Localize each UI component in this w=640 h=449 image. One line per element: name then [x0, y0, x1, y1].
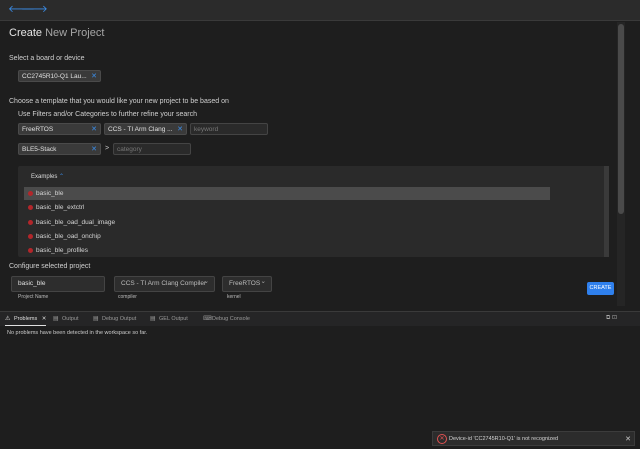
- output-icon: ▤: [150, 316, 156, 322]
- close-tab-icon[interactable]: ✕: [42, 316, 47, 322]
- breadcrumb-separator: >: [105, 145, 110, 152]
- example-label: basic_ble_profiles: [36, 247, 89, 254]
- filter-chip-label: CCS - TI Arm Clang ...: [108, 126, 173, 133]
- forward-button[interactable]: 🡒: [21, 4, 48, 16]
- toast-message: Device-id 'CC2745R10-Q1' is not recogniz…: [449, 436, 559, 442]
- collapse-caret-icon: ⌃: [59, 174, 65, 180]
- page-title: Create New Project: [9, 27, 104, 39]
- create-button[interactable]: CREATE: [587, 282, 614, 295]
- example-label: basic_ble_extctrl: [36, 204, 85, 211]
- example-item-profiles[interactable]: basic_ble_profiles: [24, 244, 550, 257]
- example-item-basic-ble-extctrl[interactable]: basic_ble_extctrl: [24, 201, 550, 214]
- maximize-icon[interactable]: ⊡: [612, 315, 617, 321]
- warning-icon: ⚠: [5, 316, 11, 322]
- filter-hint: Use Filters and/or Categories to further…: [18, 111, 197, 118]
- remove-filter-icon[interactable]: ✕: [177, 124, 183, 134]
- example-status-icon: [28, 205, 33, 210]
- board-chip-label: CC2745R10-Q1 Lau...: [22, 73, 87, 80]
- kernel-label: kernel: [227, 294, 241, 300]
- chevron-down-icon: ⌄: [203, 278, 209, 285]
- chevron-down-icon: ⌄: [260, 278, 266, 285]
- tab-label: Output: [62, 316, 79, 322]
- example-status-icon: [28, 248, 33, 253]
- filter-chip-freertos[interactable]: FreeRTOS ✕: [18, 123, 101, 135]
- remove-board-icon[interactable]: ✕: [91, 71, 97, 81]
- example-status-icon: [28, 234, 33, 239]
- examples-scrollbar[interactable]: [604, 166, 609, 257]
- category-input[interactable]: category: [113, 143, 191, 155]
- remove-filter-icon[interactable]: ✕: [91, 124, 97, 134]
- console-icon: ⌨: [203, 316, 212, 322]
- compiler-label: compiler: [118, 294, 137, 300]
- kernel-value: FreeRTOS: [229, 280, 261, 287]
- tab-problems[interactable]: ⚠ Problems ✕: [5, 312, 47, 326]
- example-item-basic-ble[interactable]: basic_ble: [24, 187, 550, 200]
- page-title-rest: New Project: [45, 27, 105, 39]
- remove-category-icon[interactable]: ✕: [91, 144, 97, 154]
- example-item-oad-dual-image[interactable]: basic_ble_oad_dual_image: [24, 216, 550, 229]
- example-label: basic_ble_oad_onchip: [36, 233, 101, 240]
- back-button[interactable]: 🡐: [8, 4, 35, 16]
- tab-debug-console[interactable]: ⌨Debug Console: [203, 312, 250, 326]
- example-label: basic_ble_oad_dual_image: [36, 219, 116, 226]
- tab-gel-output[interactable]: ▤ GEL Output: [150, 312, 188, 326]
- project-name-input[interactable]: basic_ble: [11, 276, 105, 292]
- example-label: basic_ble: [36, 190, 64, 197]
- tab-label: Debug Output: [102, 316, 137, 322]
- panel-actions[interactable]: ⧉ ⊡: [606, 314, 617, 322]
- scrollbar-thumb[interactable]: [618, 24, 624, 214]
- examples-header[interactable]: Examples ⌃: [31, 173, 64, 180]
- configure-section-label: Configure selected project: [9, 263, 91, 270]
- error-toast: ✕ Device-id 'CC2745R10-Q1' is not recogn…: [432, 431, 635, 446]
- compiler-select[interactable]: CCS - TI Arm Clang Compiler ⌄: [114, 276, 215, 292]
- filter-chip-label: FreeRTOS: [22, 126, 54, 133]
- board-section-label: Select a board or device: [9, 55, 85, 62]
- tab-label: Problems: [14, 316, 38, 322]
- top-bar: [0, 0, 640, 21]
- example-status-icon: [28, 191, 33, 196]
- template-section-label: Choose a template that you would like yo…: [9, 98, 229, 105]
- tab-label: Debug Console: [212, 316, 250, 322]
- error-icon: ✕: [437, 434, 447, 444]
- example-item-oad-onchip[interactable]: basic_ble_oad_onchip: [24, 230, 550, 243]
- output-icon: ▤: [53, 316, 59, 322]
- debug-icon: ▤: [93, 316, 99, 322]
- examples-header-label: Examples: [31, 174, 58, 180]
- keyword-input[interactable]: keyword: [190, 123, 268, 135]
- page-scrollbar[interactable]: [617, 22, 625, 306]
- kernel-select[interactable]: FreeRTOS ⌄: [222, 276, 272, 292]
- project-name-label: Project Name: [18, 294, 49, 300]
- close-toast-icon[interactable]: ✕: [625, 432, 631, 447]
- tab-debug-output[interactable]: ▤ Debug Output: [93, 312, 136, 326]
- problems-message: No problems have been detected in the wo…: [7, 330, 148, 336]
- category-chip-label: BLE5-Stack: [22, 146, 57, 153]
- copy-icon[interactable]: ⧉: [606, 315, 610, 321]
- tab-output[interactable]: ▤ Output: [53, 312, 79, 326]
- tab-label: GEL Output: [159, 316, 188, 322]
- example-status-icon: [28, 220, 33, 225]
- compiler-value: CCS - TI Arm Clang Compiler: [121, 280, 207, 287]
- category-chip[interactable]: BLE5-Stack ✕: [18, 143, 101, 155]
- page-title-main: Create: [9, 27, 43, 39]
- board-chip[interactable]: CC2745R10-Q1 Lau... ✕: [18, 70, 101, 82]
- filter-chip-compiler[interactable]: CCS - TI Arm Clang ... ✕: [104, 123, 187, 135]
